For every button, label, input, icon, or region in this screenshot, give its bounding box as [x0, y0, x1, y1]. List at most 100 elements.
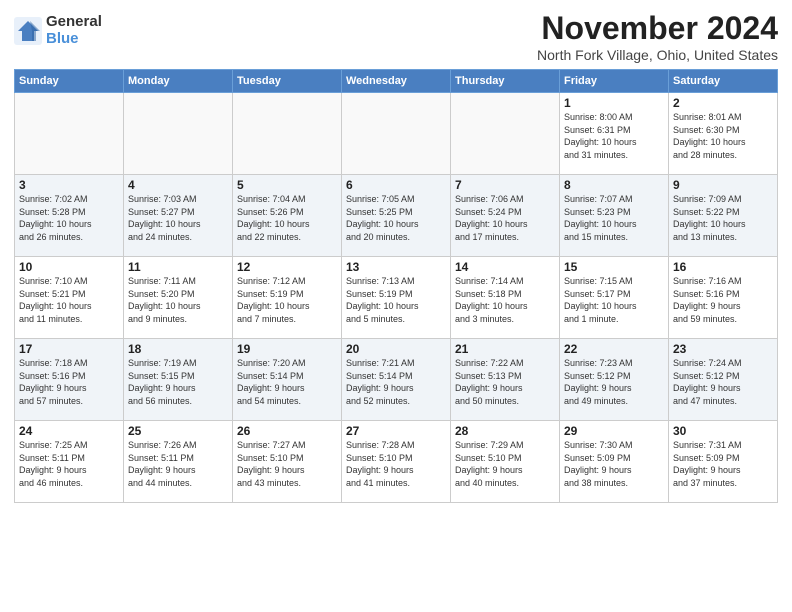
day-cell: 20Sunrise: 7:21 AM Sunset: 5:14 PM Dayli… — [342, 339, 451, 421]
day-cell: 3Sunrise: 7:02 AM Sunset: 5:28 PM Daylig… — [15, 175, 124, 257]
day-info: Sunrise: 7:02 AM Sunset: 5:28 PM Dayligh… — [19, 193, 119, 243]
day-number: 11 — [128, 260, 228, 274]
day-cell — [233, 93, 342, 175]
day-cell: 7Sunrise: 7:06 AM Sunset: 5:24 PM Daylig… — [451, 175, 560, 257]
col-friday: Friday — [560, 70, 669, 93]
day-number: 27 — [346, 424, 446, 438]
day-number: 8 — [564, 178, 664, 192]
header: General Blue November 2024 North Fork Vi… — [14, 10, 778, 63]
week-row-4: 24Sunrise: 7:25 AM Sunset: 5:11 PM Dayli… — [15, 421, 778, 503]
day-cell: 21Sunrise: 7:22 AM Sunset: 5:13 PM Dayli… — [451, 339, 560, 421]
month-title: November 2024 — [537, 10, 778, 47]
day-info: Sunrise: 7:10 AM Sunset: 5:21 PM Dayligh… — [19, 275, 119, 325]
day-cell — [124, 93, 233, 175]
day-number: 18 — [128, 342, 228, 356]
day-number: 15 — [564, 260, 664, 274]
week-row-3: 17Sunrise: 7:18 AM Sunset: 5:16 PM Dayli… — [15, 339, 778, 421]
day-number: 1 — [564, 96, 664, 110]
day-number: 4 — [128, 178, 228, 192]
day-number: 25 — [128, 424, 228, 438]
day-cell: 18Sunrise: 7:19 AM Sunset: 5:15 PM Dayli… — [124, 339, 233, 421]
day-number: 26 — [237, 424, 337, 438]
day-number: 10 — [19, 260, 119, 274]
day-info: Sunrise: 7:20 AM Sunset: 5:14 PM Dayligh… — [237, 357, 337, 407]
day-info: Sunrise: 7:30 AM Sunset: 5:09 PM Dayligh… — [564, 439, 664, 489]
day-info: Sunrise: 7:12 AM Sunset: 5:19 PM Dayligh… — [237, 275, 337, 325]
day-number: 16 — [673, 260, 773, 274]
day-cell: 9Sunrise: 7:09 AM Sunset: 5:22 PM Daylig… — [669, 175, 778, 257]
day-info: Sunrise: 7:26 AM Sunset: 5:11 PM Dayligh… — [128, 439, 228, 489]
week-row-0: 1Sunrise: 8:00 AM Sunset: 6:31 PM Daylig… — [15, 93, 778, 175]
day-info: Sunrise: 7:22 AM Sunset: 5:13 PM Dayligh… — [455, 357, 555, 407]
day-info: Sunrise: 7:11 AM Sunset: 5:20 PM Dayligh… — [128, 275, 228, 325]
day-cell: 22Sunrise: 7:23 AM Sunset: 5:12 PM Dayli… — [560, 339, 669, 421]
page: General Blue November 2024 North Fork Vi… — [0, 0, 792, 511]
day-number: 6 — [346, 178, 446, 192]
day-cell: 23Sunrise: 7:24 AM Sunset: 5:12 PM Dayli… — [669, 339, 778, 421]
day-number: 30 — [673, 424, 773, 438]
day-number: 2 — [673, 96, 773, 110]
day-number: 29 — [564, 424, 664, 438]
day-info: Sunrise: 7:25 AM Sunset: 5:11 PM Dayligh… — [19, 439, 119, 489]
day-cell: 6Sunrise: 7:05 AM Sunset: 5:25 PM Daylig… — [342, 175, 451, 257]
day-number: 20 — [346, 342, 446, 356]
day-number: 3 — [19, 178, 119, 192]
day-info: Sunrise: 7:14 AM Sunset: 5:18 PM Dayligh… — [455, 275, 555, 325]
day-number: 7 — [455, 178, 555, 192]
day-cell: 10Sunrise: 7:10 AM Sunset: 5:21 PM Dayli… — [15, 257, 124, 339]
day-cell: 11Sunrise: 7:11 AM Sunset: 5:20 PM Dayli… — [124, 257, 233, 339]
day-cell: 24Sunrise: 7:25 AM Sunset: 5:11 PM Dayli… — [15, 421, 124, 503]
day-cell: 25Sunrise: 7:26 AM Sunset: 5:11 PM Dayli… — [124, 421, 233, 503]
day-cell: 15Sunrise: 7:15 AM Sunset: 5:17 PM Dayli… — [560, 257, 669, 339]
day-cell: 12Sunrise: 7:12 AM Sunset: 5:19 PM Dayli… — [233, 257, 342, 339]
location: North Fork Village, Ohio, United States — [537, 47, 778, 63]
col-saturday: Saturday — [669, 70, 778, 93]
day-number: 24 — [19, 424, 119, 438]
day-number: 28 — [455, 424, 555, 438]
day-info: Sunrise: 7:09 AM Sunset: 5:22 PM Dayligh… — [673, 193, 773, 243]
day-cell: 30Sunrise: 7:31 AM Sunset: 5:09 PM Dayli… — [669, 421, 778, 503]
day-info: Sunrise: 7:16 AM Sunset: 5:16 PM Dayligh… — [673, 275, 773, 325]
logo-blue: Blue — [46, 31, 102, 48]
day-info: Sunrise: 7:18 AM Sunset: 5:16 PM Dayligh… — [19, 357, 119, 407]
day-info: Sunrise: 7:06 AM Sunset: 5:24 PM Dayligh… — [455, 193, 555, 243]
day-cell: 1Sunrise: 8:00 AM Sunset: 6:31 PM Daylig… — [560, 93, 669, 175]
day-number: 17 — [19, 342, 119, 356]
day-info: Sunrise: 7:21 AM Sunset: 5:14 PM Dayligh… — [346, 357, 446, 407]
day-number: 21 — [455, 342, 555, 356]
day-number: 19 — [237, 342, 337, 356]
day-cell: 26Sunrise: 7:27 AM Sunset: 5:10 PM Dayli… — [233, 421, 342, 503]
logo-icon — [14, 17, 42, 45]
title-area: November 2024 North Fork Village, Ohio, … — [537, 10, 778, 63]
logo-general: General — [46, 14, 102, 31]
header-row: Sunday Monday Tuesday Wednesday Thursday… — [15, 70, 778, 93]
day-info: Sunrise: 7:04 AM Sunset: 5:26 PM Dayligh… — [237, 193, 337, 243]
day-info: Sunrise: 8:01 AM Sunset: 6:30 PM Dayligh… — [673, 111, 773, 161]
col-thursday: Thursday — [451, 70, 560, 93]
col-sunday: Sunday — [15, 70, 124, 93]
day-cell — [342, 93, 451, 175]
day-info: Sunrise: 7:13 AM Sunset: 5:19 PM Dayligh… — [346, 275, 446, 325]
day-info: Sunrise: 7:24 AM Sunset: 5:12 PM Dayligh… — [673, 357, 773, 407]
day-info: Sunrise: 7:07 AM Sunset: 5:23 PM Dayligh… — [564, 193, 664, 243]
day-number: 22 — [564, 342, 664, 356]
week-row-2: 10Sunrise: 7:10 AM Sunset: 5:21 PM Dayli… — [15, 257, 778, 339]
day-info: Sunrise: 7:31 AM Sunset: 5:09 PM Dayligh… — [673, 439, 773, 489]
day-cell: 4Sunrise: 7:03 AM Sunset: 5:27 PM Daylig… — [124, 175, 233, 257]
day-cell: 29Sunrise: 7:30 AM Sunset: 5:09 PM Dayli… — [560, 421, 669, 503]
day-number: 12 — [237, 260, 337, 274]
day-number: 23 — [673, 342, 773, 356]
logo-text: General Blue — [46, 14, 102, 47]
day-cell: 17Sunrise: 7:18 AM Sunset: 5:16 PM Dayli… — [15, 339, 124, 421]
day-info: Sunrise: 7:19 AM Sunset: 5:15 PM Dayligh… — [128, 357, 228, 407]
day-cell: 5Sunrise: 7:04 AM Sunset: 5:26 PM Daylig… — [233, 175, 342, 257]
day-cell — [15, 93, 124, 175]
day-number: 13 — [346, 260, 446, 274]
day-info: Sunrise: 7:03 AM Sunset: 5:27 PM Dayligh… — [128, 193, 228, 243]
col-monday: Monday — [124, 70, 233, 93]
day-info: Sunrise: 7:15 AM Sunset: 5:17 PM Dayligh… — [564, 275, 664, 325]
day-info: Sunrise: 7:05 AM Sunset: 5:25 PM Dayligh… — [346, 193, 446, 243]
week-row-1: 3Sunrise: 7:02 AM Sunset: 5:28 PM Daylig… — [15, 175, 778, 257]
day-cell: 13Sunrise: 7:13 AM Sunset: 5:19 PM Dayli… — [342, 257, 451, 339]
logo: General Blue — [14, 14, 102, 47]
